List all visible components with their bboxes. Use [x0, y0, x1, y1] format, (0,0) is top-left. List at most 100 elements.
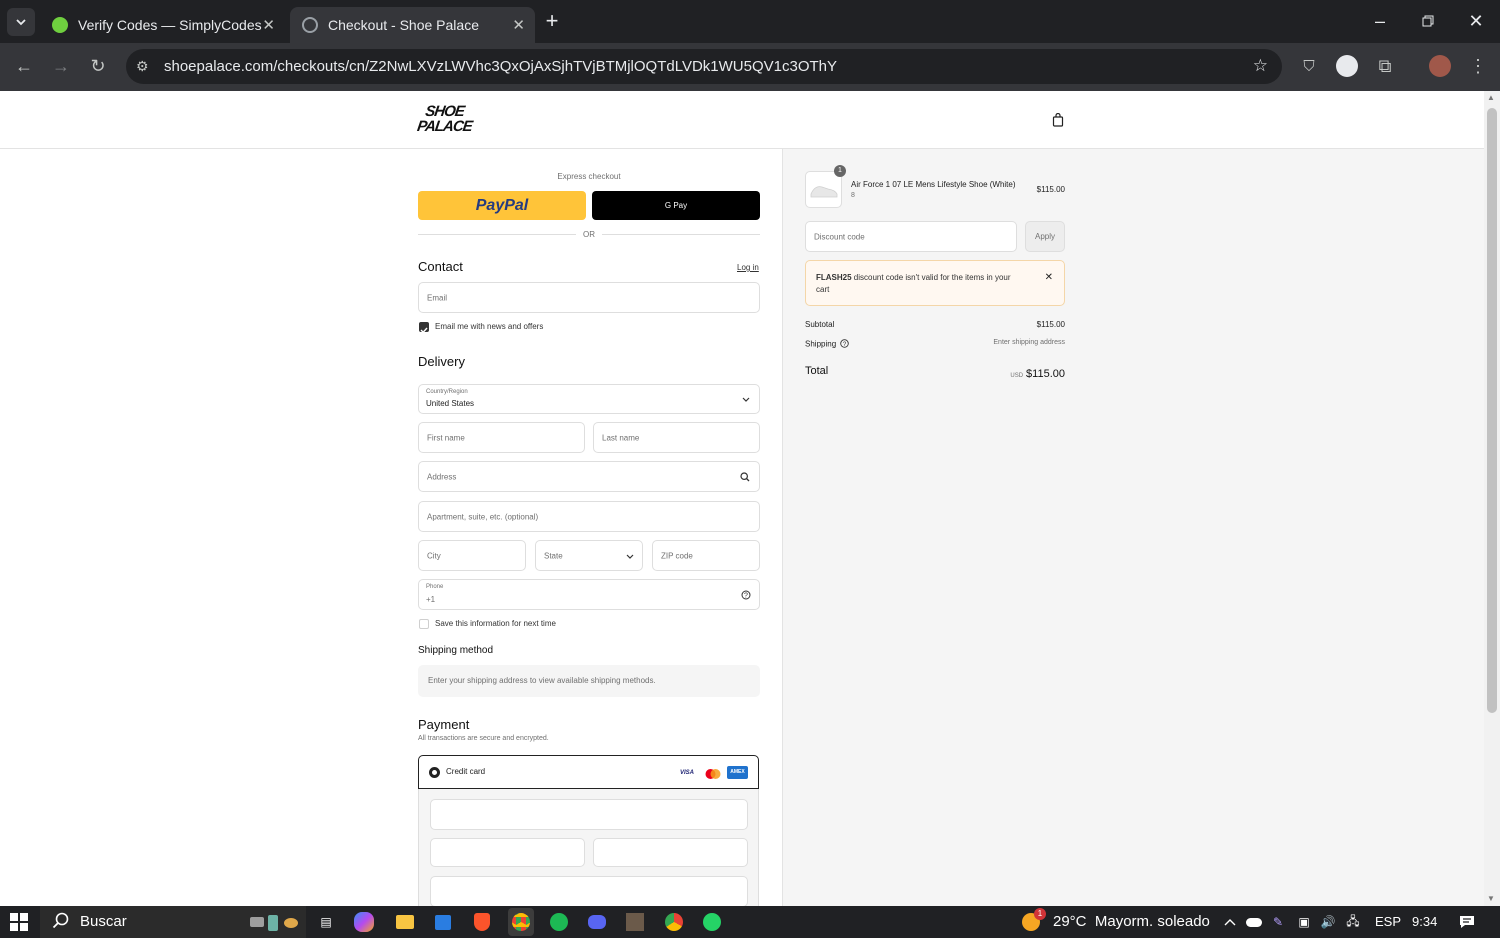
site-settings-icon[interactable]: ⚙ [136, 58, 149, 75]
back-icon[interactable]: ← [10, 52, 38, 80]
email-field[interactable]: Email [418, 282, 760, 313]
gpay-button[interactable]: G Pay [592, 191, 760, 220]
state-select[interactable]: State [535, 540, 643, 571]
header-divider [0, 148, 1484, 149]
copilot-icon[interactable] [354, 912, 374, 932]
card-number-field[interactable] [430, 799, 748, 830]
language-indicator[interactable]: ESP [1375, 914, 1401, 929]
city-field[interactable]: City [418, 540, 526, 571]
microsoft-store-icon[interactable] [431, 910, 455, 934]
credit-card-radio[interactable] [429, 767, 440, 778]
meet-now-icon[interactable]: ▣ [1292, 910, 1316, 934]
zip-code-field[interactable]: ZIP code [652, 540, 760, 571]
browser-tab-bar: Verify Codes — SimplyCodes ✕ Checkout - … [0, 0, 1500, 43]
apartment-field[interactable]: Apartment, suite, etc. (optional) [418, 501, 760, 532]
notifications-icon[interactable] [1455, 910, 1479, 934]
phone-field[interactable]: Phone +1 ? [418, 579, 760, 610]
apply-label: Apply [1034, 232, 1055, 241]
address-bar[interactable]: ⚙ shoepalace.com/checkouts/cn/Z2NwLXVzLW… [126, 49, 1282, 84]
pen-icon[interactable]: ✎ [1266, 910, 1290, 934]
taskbar-search-box[interactable]: Buscar [40, 906, 306, 938]
newsletter-checkbox[interactable] [419, 322, 429, 334]
paypal-button[interactable]: PayPal [418, 191, 586, 220]
reload-icon[interactable]: ↻ [84, 52, 112, 80]
state-placeholder: State [544, 551, 563, 560]
first-name-field[interactable]: First name [418, 422, 585, 453]
simplycodes-favicon-icon [52, 17, 68, 33]
discord-icon[interactable] [585, 910, 609, 934]
discount-placeholder: Discount code [814, 232, 865, 241]
clock[interactable]: 9:34 [1412, 914, 1437, 929]
country-select[interactable]: Country/Region United States [418, 384, 760, 414]
extensions-puzzle-icon[interactable]: ⧉ [1371, 52, 1399, 80]
address-placeholder: Address [427, 472, 457, 481]
new-tab-icon[interactable]: + [538, 7, 566, 35]
tab-simplycodes[interactable]: Verify Codes — SimplyCodes ✕ [40, 7, 285, 43]
card-cvv-field[interactable] [593, 838, 748, 867]
apply-button[interactable]: Apply [1025, 221, 1065, 252]
task-view-icon[interactable]: ▤ [314, 910, 338, 934]
cart-bag-icon[interactable] [1052, 112, 1064, 132]
tab-checkout[interactable]: Checkout - Shoe Palace ✕ [290, 7, 535, 43]
network-icon[interactable]: 🖧 [1341, 910, 1365, 934]
total-currency: USD [1010, 373, 1024, 379]
phone-label: Phone [426, 584, 444, 590]
close-window-icon[interactable]: ✕ [1462, 7, 1490, 35]
forward-icon[interactable]: → [47, 52, 75, 80]
weather-badge: 1 [1034, 908, 1046, 920]
bookmark-star-icon[interactable]: ☆ [1253, 56, 1268, 76]
close-tab-icon[interactable]: ✕ [262, 16, 275, 34]
first-name-placeholder: First name [427, 433, 465, 442]
scrollbar-thumb[interactable] [1487, 108, 1497, 713]
tab-title: Verify Codes — SimplyCodes [78, 17, 262, 33]
profile-avatar[interactable] [1426, 52, 1454, 80]
brave-browser-icon[interactable] [470, 910, 494, 934]
credit-card-option[interactable]: Credit card VISA AMEX [418, 755, 759, 789]
shipping-notice-text: Enter your shipping address to view avai… [428, 676, 656, 685]
search-highlight-icon [248, 911, 298, 933]
chrome-icon[interactable] [508, 908, 534, 936]
brave-shield-icon[interactable]: ⛉ [1295, 52, 1323, 80]
show-hidden-icons-chevron-icon[interactable] [1218, 910, 1242, 934]
scroll-up-arrow-icon[interactable]: ▲ [1487, 93, 1495, 102]
close-tab-icon[interactable]: ✕ [512, 16, 525, 34]
menu-kebab-icon[interactable]: ⋮ [1464, 52, 1492, 80]
scroll-down-arrow-icon[interactable]: ▼ [1487, 894, 1495, 903]
chrome-profile-icon[interactable] [662, 910, 686, 934]
product-price: $115.00 [1036, 185, 1065, 194]
quantity-badge: 1 [834, 165, 846, 177]
chevron-down-icon [742, 395, 750, 405]
log-in-link[interactable]: Log in [737, 263, 759, 272]
shipping-label-text: Shipping [805, 339, 837, 349]
credit-card-label: Credit card [446, 767, 486, 776]
or-label: OR [576, 230, 602, 239]
shipping-method-notice: Enter your shipping address to view avai… [418, 665, 760, 697]
search-icon [740, 472, 750, 484]
volume-icon[interactable]: 🔊 [1316, 910, 1340, 934]
spotify-icon[interactable] [547, 910, 571, 934]
shoe-palace-logo[interactable]: SHOE PALACE [416, 103, 481, 138]
dismiss-error-icon[interactable]: ✕ [1045, 272, 1053, 283]
extension-round-icon[interactable] [1333, 52, 1361, 80]
tab-list-chevron-icon[interactable] [7, 8, 35, 36]
windows-start-icon[interactable] [10, 913, 28, 935]
minimize-icon[interactable]: – [1366, 7, 1394, 35]
help-circle-icon[interactable]: ? [741, 590, 751, 602]
product-variant: 8 [851, 192, 855, 199]
shipping-label: Shipping ? [805, 339, 850, 350]
card-name-field[interactable] [430, 876, 748, 906]
last-name-field[interactable]: Last name [593, 422, 760, 453]
whatsapp-icon[interactable] [700, 910, 724, 934]
onedrive-icon[interactable] [1242, 910, 1266, 934]
save-info-checkbox[interactable] [419, 619, 429, 629]
game-app-icon[interactable] [623, 910, 647, 934]
restore-icon[interactable] [1414, 7, 1442, 35]
discount-code-field[interactable]: Discount code [805, 221, 1017, 252]
file-explorer-icon[interactable] [393, 910, 417, 934]
address-field[interactable]: Address [418, 461, 760, 492]
globe-favicon-icon [302, 17, 318, 33]
card-expiry-field[interactable] [430, 838, 585, 867]
total-value-row: USD $115.00 [965, 364, 1065, 382]
card-fields-panel [418, 789, 759, 906]
shipping-help-icon[interactable]: ? [840, 339, 850, 350]
